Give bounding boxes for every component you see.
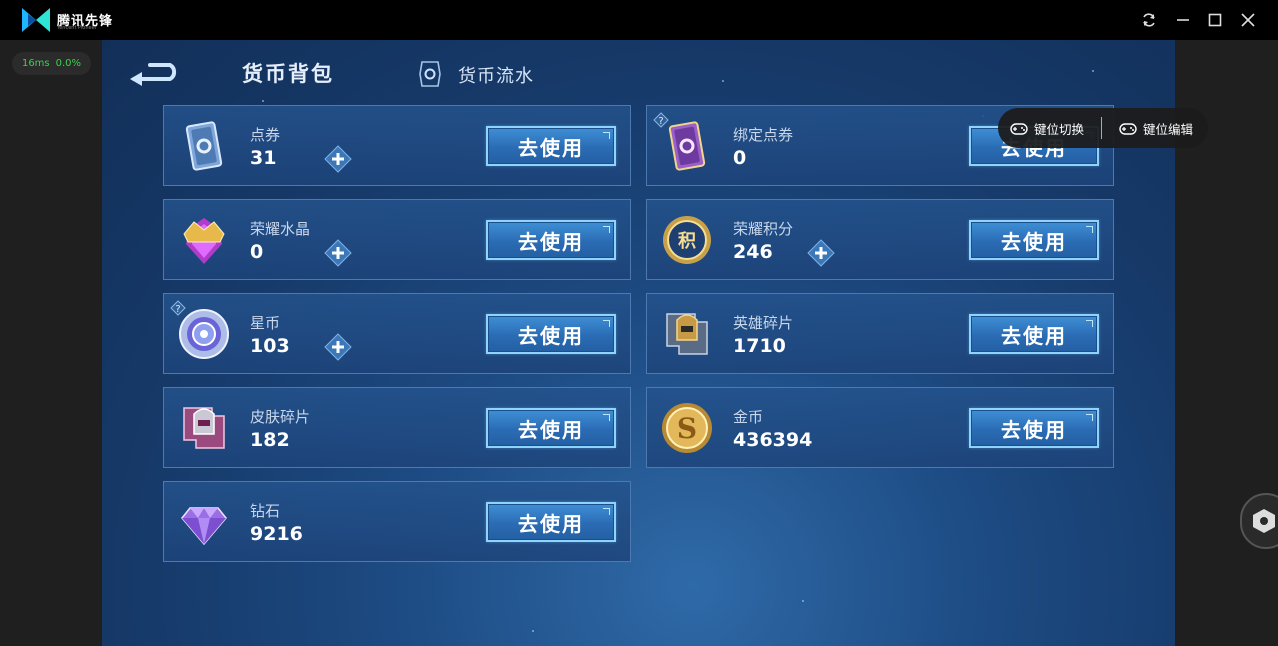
app-subtitle: Tencent Pioneer xyxy=(57,25,97,31)
currency-name: 荣耀水晶 xyxy=(250,220,311,238)
currency-value: 9216 xyxy=(250,523,303,545)
glory-points-icon: 积 xyxy=(659,212,715,268)
hexagon-icon xyxy=(1253,509,1275,533)
currency-value: 0 xyxy=(733,147,747,169)
voucher-card-icon xyxy=(176,118,232,174)
keymap-switch-label: 键位切换 xyxy=(1034,122,1085,137)
skin-fragment-icon xyxy=(176,400,232,456)
latency-value: 16ms xyxy=(21,58,50,69)
network-status-badge: 16ms 0.0% xyxy=(12,52,91,75)
refresh-icon[interactable] xyxy=(1138,9,1160,31)
use-button[interactable]: 去使用 xyxy=(969,314,1099,354)
currency-value: 1710 xyxy=(733,335,786,357)
window-titlebar: 腾讯先锋 Tencent Pioneer xyxy=(0,0,1278,40)
currency-name: 金币 xyxy=(733,408,764,426)
use-button[interactable]: 去使用 xyxy=(486,126,616,166)
currency-value: 31 xyxy=(250,147,277,169)
currency-card: 点券 31 去使用 xyxy=(163,105,631,186)
add-plus-icon[interactable] xyxy=(324,333,352,361)
diamond-icon xyxy=(176,494,232,550)
svg-text:?: ? xyxy=(658,116,663,127)
currency-value: 0 xyxy=(250,241,264,263)
left-rail xyxy=(0,40,102,646)
currency-card: S 金币 436394 去使用 xyxy=(646,387,1114,468)
add-plus-icon[interactable] xyxy=(324,239,352,267)
hero-fragment-icon xyxy=(659,306,715,362)
glory-crystal-icon xyxy=(176,212,232,268)
currency-card: 积 荣耀积分 246 去使用 xyxy=(646,199,1114,280)
currency-name: 皮肤碎片 xyxy=(250,408,311,426)
currency-name: 英雄碎片 xyxy=(733,314,794,332)
svg-text:S: S xyxy=(677,412,697,445)
help-icon[interactable]: ? xyxy=(170,300,186,316)
help-icon[interactable]: ? xyxy=(653,112,669,128)
keymap-toolbar: 键位切换 键位编辑 xyxy=(998,108,1208,148)
currency-value: 436394 xyxy=(733,429,813,451)
currency-card: 荣耀水晶 0 去使用 xyxy=(163,199,631,280)
tab-currency-bag[interactable]: 货币背包 xyxy=(242,58,334,88)
currency-name: 星币 xyxy=(250,314,281,332)
gold-coin-icon: S xyxy=(659,400,715,456)
currency-name: 钻石 xyxy=(250,502,281,520)
keymap-edit-button[interactable]: 键位编辑 xyxy=(1119,119,1193,138)
packet-loss-value: 0.0% xyxy=(55,58,82,69)
currency-value: 246 xyxy=(733,241,773,263)
tab-currency-flow[interactable]: 货币流水 xyxy=(458,62,534,88)
currency-value: 103 xyxy=(250,335,290,357)
currency-name: 荣耀积分 xyxy=(733,220,794,238)
use-button[interactable]: 去使用 xyxy=(486,220,616,260)
gamepad-icon xyxy=(1119,122,1137,135)
currency-value: 182 xyxy=(250,429,290,451)
add-plus-icon[interactable] xyxy=(807,239,835,267)
use-button[interactable]: 去使用 xyxy=(969,408,1099,448)
use-button[interactable]: 去使用 xyxy=(486,408,616,448)
use-button[interactable]: 去使用 xyxy=(486,314,616,354)
use-button[interactable]: 去使用 xyxy=(486,502,616,542)
currency-name: 绑定点券 xyxy=(733,126,794,144)
use-button[interactable]: 去使用 xyxy=(969,220,1099,260)
maximize-icon[interactable] xyxy=(1204,9,1226,31)
keymap-divider xyxy=(1101,117,1102,139)
keymap-edit-label: 键位编辑 xyxy=(1143,122,1194,137)
add-plus-icon[interactable] xyxy=(324,145,352,173)
keymap-switch-button[interactable]: 键位切换 xyxy=(1010,119,1084,138)
minimize-icon[interactable] xyxy=(1172,9,1194,31)
currency-flow-icon xyxy=(419,61,441,87)
currency-name: 点券 xyxy=(250,126,281,144)
gamepad-icon xyxy=(1010,122,1028,135)
back-arrow-icon[interactable] xyxy=(128,58,184,88)
currency-card: 英雄碎片 1710 去使用 xyxy=(646,293,1114,374)
close-icon[interactable] xyxy=(1237,9,1259,31)
currency-card: 皮肤碎片 182 去使用 xyxy=(163,387,631,468)
currency-card: 钻石 9216 去使用 xyxy=(163,481,631,562)
svg-text:积: 积 xyxy=(678,231,696,252)
currency-card: ? 星币 103 去使用 xyxy=(163,293,631,374)
app-logo-icon xyxy=(22,8,50,32)
svg-text:?: ? xyxy=(175,304,180,315)
